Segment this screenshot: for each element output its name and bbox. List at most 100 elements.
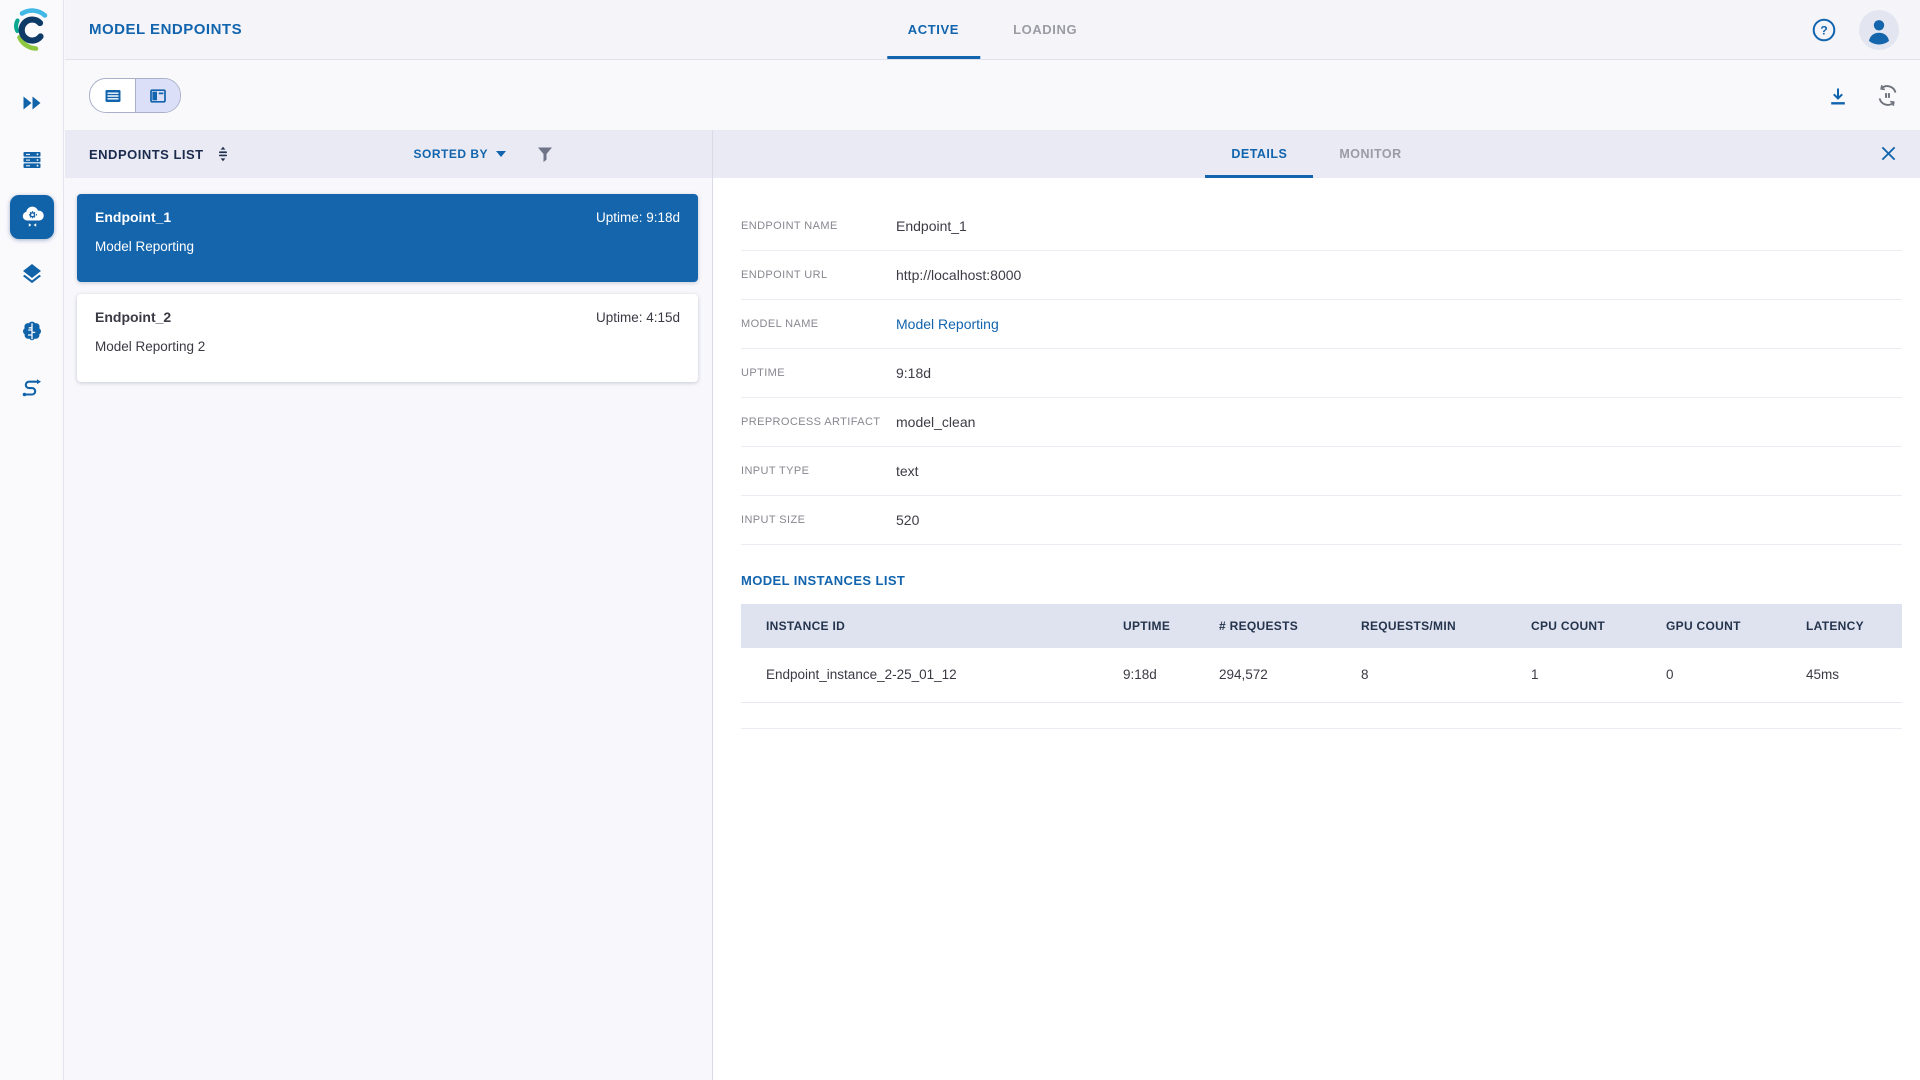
tab-loading[interactable]: LOADING bbox=[986, 0, 1104, 59]
endpoint-name: Endpoint_1 bbox=[95, 209, 171, 225]
field-value: http://localhost:8000 bbox=[896, 267, 1021, 283]
app-sidebar bbox=[0, 0, 64, 1080]
field-row: INPUT SIZE 520 bbox=[741, 496, 1902, 545]
field-label: UPTIME bbox=[741, 367, 896, 379]
field-value: model_clean bbox=[896, 414, 975, 430]
download-button[interactable] bbox=[1827, 85, 1849, 107]
endpoint-card-1[interactable]: Endpoint_1 Uptime: 9:18d Model Reporting bbox=[77, 194, 698, 282]
cell-requests: 294,572 bbox=[1219, 648, 1361, 702]
field-label: ENDPOINT NAME bbox=[741, 220, 896, 232]
details-panel: DETAILS MONITOR ENDPOINT NAME Endpoint_1… bbox=[713, 130, 1920, 1080]
user-avatar[interactable] bbox=[1859, 10, 1899, 50]
field-label: INPUT TYPE bbox=[741, 465, 896, 477]
view-toggle bbox=[89, 78, 181, 113]
filter-icon bbox=[536, 145, 554, 163]
field-row: UPTIME 9:18d bbox=[741, 349, 1902, 398]
cell-requests-min: 8 bbox=[1361, 648, 1531, 702]
main-content: ENDPOINTS LIST SORTED BY Endpoint_1 bbox=[65, 130, 1920, 1080]
table-footer bbox=[741, 703, 1902, 729]
field-label: INPUT SIZE bbox=[741, 514, 896, 526]
servers-icon bbox=[21, 149, 43, 171]
list-view-button[interactable] bbox=[90, 79, 135, 112]
model-name-link[interactable]: Model Reporting bbox=[896, 316, 999, 332]
details-fields: ENDPOINT NAME Endpoint_1 ENDPOINT URL ht… bbox=[741, 202, 1902, 545]
sort-icon bbox=[214, 145, 232, 163]
details-tabs-header: DETAILS MONITOR bbox=[713, 130, 1920, 178]
endpoint-card-2[interactable]: Endpoint_2 Uptime: 4:15d Model Reporting… bbox=[77, 294, 698, 382]
column-header: LATENCY bbox=[1806, 604, 1902, 648]
endpoint-model: Model Reporting bbox=[95, 239, 680, 254]
field-value: 520 bbox=[896, 512, 919, 528]
page-title: MODEL ENDPOINTS bbox=[89, 21, 242, 38]
filter-button[interactable] bbox=[536, 145, 554, 163]
field-value: Endpoint_1 bbox=[896, 218, 967, 234]
column-header: UPTIME bbox=[1123, 604, 1219, 648]
tab-details[interactable]: DETAILS bbox=[1205, 130, 1313, 178]
instance-table-row[interactable]: Endpoint_instance_2-25_01_12 9:18d 294,5… bbox=[741, 648, 1902, 702]
topbar-tabs: ACTIVE LOADING bbox=[881, 0, 1104, 59]
split-view-icon bbox=[148, 86, 168, 106]
sidebar-item-datasets[interactable] bbox=[0, 245, 64, 302]
endpoints-list-title: ENDPOINTS LIST bbox=[89, 147, 204, 162]
field-row: INPUT TYPE text bbox=[741, 447, 1902, 496]
endpoint-uptime: Uptime: 9:18d bbox=[596, 210, 680, 225]
endpoint-uptime: Uptime: 4:15d bbox=[596, 310, 680, 325]
list-view-icon bbox=[103, 86, 123, 106]
sidebar-item-ai-library[interactable] bbox=[0, 302, 64, 359]
brain-icon bbox=[20, 319, 44, 343]
endpoints-list-panel: ENDPOINTS LIST SORTED BY Endpoint_1 bbox=[65, 130, 713, 1080]
user-avatar-icon bbox=[1859, 10, 1899, 50]
details-body: ENDPOINT NAME Endpoint_1 ENDPOINT URL ht… bbox=[713, 178, 1920, 729]
field-label: MODEL NAME bbox=[741, 318, 896, 330]
split-view-button[interactable] bbox=[135, 79, 180, 112]
refresh-pause-icon bbox=[1875, 83, 1900, 108]
column-header: GPU COUNT bbox=[1666, 604, 1806, 648]
field-value: 9:18d bbox=[896, 365, 931, 381]
cell-instance-id: Endpoint_instance_2-25_01_12 bbox=[741, 648, 1123, 702]
column-header: CPU COUNT bbox=[1531, 604, 1666, 648]
sort-order-button[interactable] bbox=[214, 145, 232, 163]
field-label: PREPROCESS ARTIFACT bbox=[741, 416, 896, 428]
instances-table-header-row: INSTANCE ID UPTIME # REQUESTS REQUESTS/M… bbox=[741, 604, 1902, 648]
topbar-actions: ? bbox=[1811, 10, 1899, 50]
layers-icon bbox=[20, 262, 44, 286]
field-label: ENDPOINT URL bbox=[741, 269, 896, 281]
sorted-by-label: SORTED BY bbox=[413, 147, 488, 161]
cell-latency: 45ms bbox=[1806, 648, 1902, 702]
logo-icon bbox=[9, 7, 55, 53]
column-header: REQUESTS/MIN bbox=[1361, 604, 1531, 648]
toolbar bbox=[65, 61, 1920, 130]
auto-refresh-button[interactable] bbox=[1875, 83, 1900, 108]
field-row: PREPROCESS ARTIFACT model_clean bbox=[741, 398, 1902, 447]
tab-monitor[interactable]: MONITOR bbox=[1313, 130, 1427, 178]
cnvrg-logo[interactable] bbox=[0, 0, 64, 60]
fast-forward-icon bbox=[20, 91, 44, 115]
endpoint-model: Model Reporting 2 bbox=[95, 339, 680, 354]
field-row: ENDPOINT URL http://localhost:8000 bbox=[741, 251, 1902, 300]
field-value: text bbox=[896, 463, 919, 479]
sorted-by-button[interactable]: SORTED BY bbox=[413, 147, 506, 161]
endpoint-name: Endpoint_2 bbox=[95, 309, 171, 325]
endpoints-list-header: ENDPOINTS LIST SORTED BY bbox=[65, 130, 712, 178]
sidebar-item-flows[interactable] bbox=[0, 359, 64, 416]
cell-uptime: 9:18d bbox=[1123, 648, 1219, 702]
toolbar-actions bbox=[1827, 83, 1900, 108]
tab-active[interactable]: ACTIVE bbox=[881, 0, 986, 59]
cloud-serving-icon bbox=[19, 203, 46, 230]
cell-cpu-count: 1 bbox=[1531, 648, 1666, 702]
download-icon bbox=[1827, 85, 1849, 107]
topbar: MODEL ENDPOINTS ACTIVE LOADING ? bbox=[65, 0, 1920, 60]
help-button[interactable]: ? bbox=[1811, 17, 1837, 43]
close-details-button[interactable] bbox=[1879, 144, 1898, 163]
endpoints-cards: Endpoint_1 Uptime: 9:18d Model Reporting… bbox=[65, 178, 712, 382]
column-header: INSTANCE ID bbox=[741, 604, 1123, 648]
instances-table: INSTANCE ID UPTIME # REQUESTS REQUESTS/M… bbox=[741, 604, 1902, 703]
help-icon: ? bbox=[1811, 17, 1837, 43]
instances-list-title: MODEL INSTANCES LIST bbox=[741, 573, 1902, 588]
field-row: ENDPOINT NAME Endpoint_1 bbox=[741, 202, 1902, 251]
svg-text:?: ? bbox=[1820, 23, 1827, 37]
sidebar-item-projects[interactable] bbox=[0, 74, 64, 131]
close-icon bbox=[1879, 144, 1898, 163]
sidebar-item-endpoints[interactable] bbox=[0, 188, 64, 245]
sidebar-item-machines[interactable] bbox=[0, 131, 64, 188]
